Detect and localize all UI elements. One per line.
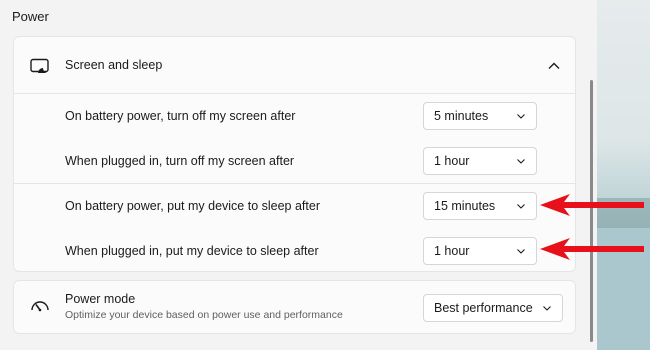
chevron-down-icon	[517, 114, 525, 119]
setting-row-plugged-screen: When plugged in, turn off my screen afte…	[14, 139, 575, 184]
annotation-arrow-icon	[540, 194, 644, 216]
settings-window: Power Screen and sleep On battery power,…	[0, 0, 597, 350]
power-mode-dropdown[interactable]: Best performance	[423, 294, 563, 322]
screen-and-sleep-card: Screen and sleep On battery power, turn …	[13, 36, 576, 272]
desktop-wallpaper	[597, 0, 650, 350]
battery-sleep-dropdown[interactable]: 15 minutes	[423, 192, 537, 220]
setting-row-battery-sleep: On battery power, put my device to sleep…	[14, 184, 575, 229]
setting-label: When plugged in, turn off my screen afte…	[65, 154, 295, 168]
setting-label: On battery power, put my device to sleep…	[65, 199, 320, 213]
chevron-down-icon	[517, 249, 525, 254]
screen-and-sleep-title: Screen and sleep	[65, 58, 163, 72]
dropdown-value: 1 hour	[434, 244, 470, 258]
gauge-icon	[31, 301, 49, 312]
section-title: Power	[12, 9, 49, 24]
power-mode-card: Power mode Optimize your device based on…	[13, 280, 576, 334]
power-mode-title: Power mode	[65, 292, 136, 306]
plugged-screen-dropdown[interactable]: 1 hour	[423, 147, 537, 175]
chevron-down-icon	[543, 306, 551, 311]
setting-row-plugged-sleep: When plugged in, put my device to sleep …	[14, 229, 575, 271]
chevron-down-icon	[517, 204, 525, 209]
power-mode-subtitle: Optimize your device based on power use …	[65, 309, 343, 321]
dropdown-value: 1 hour	[434, 154, 470, 168]
setting-label: On battery power, turn off my screen aft…	[65, 109, 296, 123]
dropdown-value: 5 minutes	[434, 109, 489, 123]
screen-and-sleep-header[interactable]: Screen and sleep	[14, 37, 575, 94]
battery-screen-dropdown[interactable]: 5 minutes	[423, 102, 537, 130]
chevron-down-icon	[517, 159, 525, 164]
annotation-arrow-icon	[540, 238, 644, 260]
dropdown-value: Best performance	[434, 301, 533, 315]
monitor-sleep-icon	[30, 58, 49, 73]
setting-row-battery-screen: On battery power, turn off my screen aft…	[14, 94, 575, 139]
chevron-up-icon[interactable]	[547, 59, 561, 73]
dropdown-value: 15 minutes	[434, 199, 496, 213]
plugged-sleep-dropdown[interactable]: 1 hour	[423, 237, 537, 265]
setting-label: When plugged in, put my device to sleep …	[65, 244, 319, 258]
